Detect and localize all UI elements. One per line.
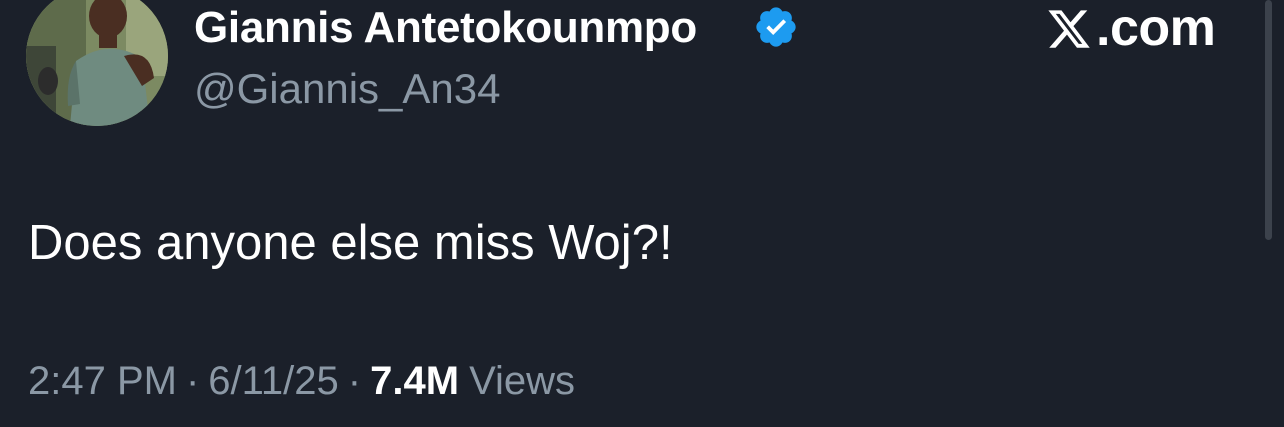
verified-badge-icon bbox=[756, 7, 796, 47]
meta-separator: · bbox=[347, 359, 362, 403]
tweet-text: Does anyone else miss Woj?! bbox=[28, 216, 673, 270]
views-count[interactable]: 7.4M bbox=[370, 356, 459, 406]
avatar[interactable] bbox=[26, 0, 168, 126]
handle[interactable]: @Giannis_An34 bbox=[194, 64, 501, 114]
x-logo-icon bbox=[1048, 10, 1090, 48]
tweet-meta: 2:47 PM · 6/11/25 · 7.4M Views bbox=[28, 356, 575, 406]
scrollbar[interactable] bbox=[1265, 0, 1272, 240]
display-name[interactable]: Giannis Antetokounmpo bbox=[194, 3, 697, 53]
meta-separator: · bbox=[185, 359, 200, 403]
tweet-time[interactable]: 2:47 PM bbox=[28, 356, 177, 406]
x-watermark: .com bbox=[1046, 0, 1216, 57]
tweet-screenshot: Giannis Antetokounmpo @Giannis_An34 .com… bbox=[0, 0, 1284, 427]
avatar-photo bbox=[26, 0, 168, 126]
tweet-date[interactable]: 6/11/25 bbox=[208, 356, 339, 406]
watermark-text: .com bbox=[1096, 0, 1216, 57]
views-label[interactable]: Views bbox=[469, 356, 575, 406]
